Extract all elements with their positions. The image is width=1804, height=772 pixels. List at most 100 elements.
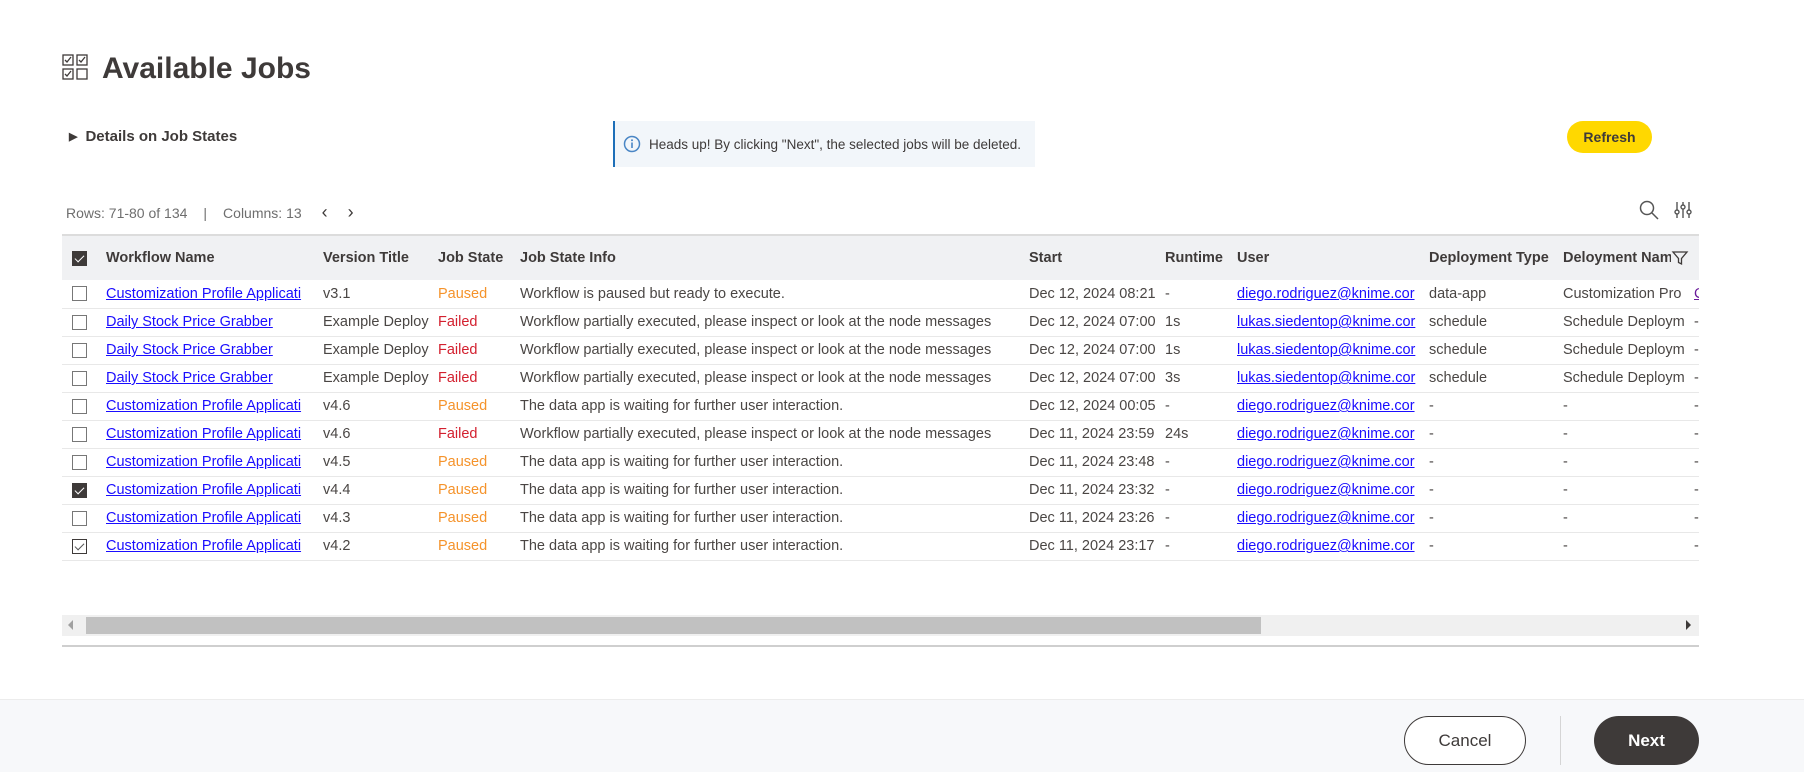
job-state: Paused [438, 392, 520, 421]
row-checkbox[interactable] [72, 482, 87, 498]
start-time: Dec 11, 2024 23:48 [1029, 448, 1165, 477]
column-header[interactable]: Version Title [323, 236, 438, 280]
runtime: - [1165, 280, 1237, 309]
deployment-type: data-app [1429, 280, 1563, 309]
user-link[interactable]: diego.rodriguez@knime.cor [1237, 538, 1415, 554]
user-link[interactable]: diego.rodriguez@knime.cor [1237, 510, 1415, 526]
column-header[interactable]: Job State Info [520, 236, 1029, 280]
row-checkbox[interactable] [72, 454, 87, 470]
details-on-job-states-toggle[interactable]: ▶ Details on Job States [69, 128, 237, 145]
workflow-link[interactable]: Customization Profile Applicati [106, 482, 301, 498]
row-checkbox[interactable] [72, 370, 87, 386]
workflow-link[interactable]: Customization Profile Applicati [106, 286, 301, 302]
row-checkbox[interactable] [72, 314, 87, 330]
next-button[interactable]: Next [1594, 716, 1699, 765]
workflow-link[interactable]: Daily Stock Price Grabber [106, 314, 273, 330]
user-link[interactable]: lukas.siedentop@knime.cor [1237, 342, 1415, 358]
workflow-link[interactable]: Customization Profile Applicati [106, 398, 301, 414]
workflow-link[interactable]: Customization Profile Applicati [106, 426, 301, 442]
workflow-link[interactable]: Customization Profile Applicati [106, 510, 301, 526]
column-header[interactable]: Deloyment Nam [1563, 236, 1694, 280]
user-link[interactable]: diego.rodriguez@knime.cor [1237, 426, 1415, 442]
horizontal-scrollbar[interactable] [62, 615, 1699, 636]
start-time: Dec 11, 2024 23:26 [1029, 504, 1165, 533]
row-checkbox[interactable] [72, 538, 87, 554]
table-row[interactable]: Customization Profile Applicati v4.2 Pause… [62, 532, 1699, 561]
start-time: Dec 11, 2024 23:17 [1029, 532, 1165, 561]
column-header[interactable]: Workflow Name [106, 236, 323, 280]
runtime: - [1165, 504, 1237, 533]
user-link[interactable]: diego.rodriguez@knime.cor [1237, 454, 1415, 470]
column-header[interactable] [1694, 236, 1699, 280]
divider [62, 645, 1699, 647]
scroll-left-arrow-icon[interactable] [68, 620, 73, 630]
start-time: Dec 12, 2024 07:00 [1029, 308, 1165, 337]
scrollbar-thumb[interactable] [86, 617, 1261, 634]
row-checkbox[interactable] [72, 286, 87, 302]
checklist-icon [62, 54, 88, 80]
select-all-checkbox[interactable] [72, 250, 87, 266]
workflow-link[interactable]: Customization Profile Applicati [106, 538, 301, 554]
user-link[interactable]: lukas.siedentop@knime.cor [1237, 370, 1415, 386]
table-row[interactable]: Customization Profile Applicati v4.5 Pause… [62, 448, 1699, 477]
job-state-info: The data app is waiting for further user… [520, 392, 1029, 421]
version-title: v4.6 [323, 392, 438, 421]
extra-link[interactable]: C [1694, 286, 1699, 302]
user-link[interactable]: diego.rodriguez@knime.cor [1237, 398, 1415, 414]
cancel-button[interactable]: Cancel [1404, 716, 1526, 765]
user-link[interactable]: diego.rodriguez@knime.cor [1237, 482, 1415, 498]
filter-icon[interactable] [1671, 249, 1689, 267]
column-header[interactable]: Deployment Type [1429, 236, 1563, 280]
previous-page-icon[interactable]: ‹ [322, 202, 328, 223]
refresh-button[interactable]: Refresh [1567, 121, 1652, 153]
deployment-name: Schedule Deploym [1563, 364, 1694, 393]
column-header[interactable]: User [1237, 236, 1429, 280]
table-row[interactable]: Daily Stock Price Grabber Example Deploy F… [62, 336, 1699, 365]
runtime: 24s [1165, 420, 1237, 449]
runtime: - [1165, 448, 1237, 477]
deletion-notice: Heads up! By clicking "Next", the select… [613, 121, 1035, 167]
row-checkbox[interactable] [72, 510, 87, 526]
row-checkbox[interactable] [72, 398, 87, 414]
workflow-link[interactable]: Daily Stock Price Grabber [106, 370, 273, 386]
search-icon[interactable] [1638, 199, 1660, 221]
deployment-type: - [1429, 532, 1563, 561]
caret-right-icon: ▶ [69, 131, 78, 143]
extra-cell: - [1694, 504, 1699, 533]
table-row[interactable]: Customization Profile Applicati v4.3 Pause… [62, 504, 1699, 533]
job-state-info: Workflow is paused but ready to execute. [520, 280, 1029, 309]
scroll-right-arrow-icon[interactable] [1686, 620, 1691, 630]
deployment-type: - [1429, 448, 1563, 477]
table-row[interactable]: Customization Profile Applicati v3.1 Pause… [62, 280, 1699, 309]
columns-count: Columns: 13 [223, 204, 302, 221]
deployment-name: Schedule Deploym [1563, 336, 1694, 365]
table-row[interactable]: Customization Profile Applicati v4.4 Pause… [62, 476, 1699, 505]
row-checkbox[interactable] [72, 342, 87, 358]
deployment-name: - [1563, 448, 1694, 477]
table-row[interactable]: Customization Profile Applicati v4.6 Pause… [62, 392, 1699, 421]
column-settings-icon[interactable] [1672, 199, 1694, 221]
next-page-icon[interactable]: › [348, 202, 354, 223]
workflow-link[interactable]: Daily Stock Price Grabber [106, 342, 273, 358]
table-row[interactable]: Daily Stock Price Grabber Example Deploy F… [62, 364, 1699, 393]
job-state: Failed [438, 308, 520, 337]
job-state: Paused [438, 448, 520, 477]
column-header-label: Deloyment Nam [1563, 250, 1671, 266]
table-row[interactable]: Daily Stock Price Grabber Example Deploy F… [62, 308, 1699, 337]
extra-cell: - [1694, 308, 1699, 337]
column-header[interactable]: Job State [438, 236, 520, 280]
column-header[interactable]: Runtime [1165, 236, 1237, 280]
user-link[interactable]: lukas.siedentop@knime.cor [1237, 314, 1415, 330]
user-link[interactable]: diego.rodriguez@knime.cor [1237, 286, 1415, 302]
deployment-type: - [1429, 504, 1563, 533]
job-state-info: The data app is waiting for further user… [520, 476, 1029, 505]
deployment-type: schedule [1429, 364, 1563, 393]
extra-cell: - [1694, 364, 1699, 393]
table-row[interactable]: Customization Profile Applicati v4.6 Faile… [62, 420, 1699, 449]
extra-cell: - [1694, 448, 1699, 477]
version-title: Example Deploy [323, 308, 438, 337]
column-header[interactable]: Start [1029, 236, 1165, 280]
row-checkbox[interactable] [72, 426, 87, 442]
workflow-link[interactable]: Customization Profile Applicati [106, 454, 301, 470]
deployment-name: - [1563, 504, 1694, 533]
